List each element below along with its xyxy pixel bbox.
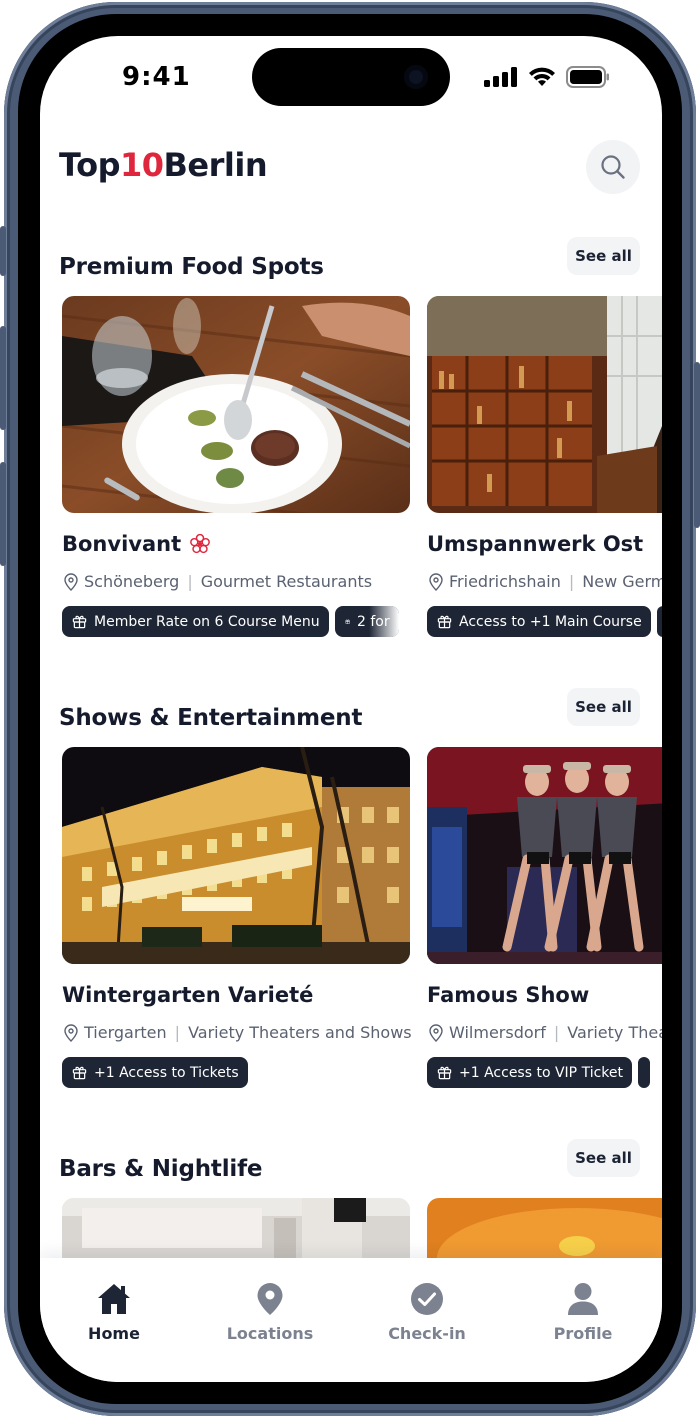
venue-meta: Wilmersdorf | Variety Thea bbox=[429, 1023, 662, 1042]
bottom-nav: Home Locations Check-in Profile bbox=[40, 1258, 662, 1382]
nav-check-in[interactable]: Check-in bbox=[367, 1282, 487, 1343]
venue-location: Tiergarten bbox=[84, 1023, 167, 1042]
venue-image bbox=[62, 1198, 410, 1260]
venue-category: New Germ bbox=[582, 572, 662, 591]
nav-label: Profile bbox=[553, 1324, 613, 1343]
gift-icon bbox=[437, 615, 452, 629]
gift-icon bbox=[72, 615, 87, 629]
home-icon bbox=[98, 1284, 130, 1314]
nav-label: Home bbox=[88, 1324, 140, 1343]
venue-image bbox=[427, 747, 662, 964]
nav-label: Check-in bbox=[388, 1324, 466, 1343]
camera-icon bbox=[404, 65, 428, 89]
venue-name: Umspannwerk Ost bbox=[427, 532, 643, 556]
check-circle-icon bbox=[411, 1283, 443, 1315]
map-pin-icon bbox=[64, 1023, 78, 1042]
card-carousel[interactable]: Bonvivant Schöneberg | Gourmet Restauran… bbox=[40, 296, 662, 656]
perk-tags: +1 Access to VIP Ticket bbox=[427, 1057, 650, 1088]
see-all-button[interactable]: See all bbox=[567, 1139, 640, 1177]
perk-tag[interactable]: 2 for bbox=[334, 606, 399, 637]
perk-tag-label: Access to +1 Main Course bbox=[459, 613, 642, 630]
perk-tags: Member Rate on 6 Course Menu 2 for bbox=[62, 606, 399, 637]
venue-image bbox=[62, 747, 410, 964]
venue-meta: Schöneberg | Gourmet Restaurants bbox=[64, 572, 372, 591]
battery-icon bbox=[566, 66, 609, 88]
search-icon bbox=[601, 155, 625, 179]
volume-down-button bbox=[0, 462, 6, 566]
power-button bbox=[694, 362, 700, 528]
venue-category: Variety Theaters and Shows bbox=[188, 1023, 412, 1042]
see-all-button[interactable]: See all bbox=[567, 237, 640, 275]
brand-prefix: Top bbox=[59, 146, 120, 184]
search-button[interactable] bbox=[586, 140, 640, 194]
venue-name-text: Umspannwerk Ost bbox=[427, 532, 644, 556]
venue-location: Wilmersdorf bbox=[449, 1023, 546, 1042]
venue-name: Bonvivant bbox=[62, 532, 211, 556]
perk-tag-overflow[interactable] bbox=[638, 1057, 650, 1088]
gift-icon bbox=[344, 619, 350, 624]
venue-category: Gourmet Restaurants bbox=[200, 572, 373, 591]
map-pin-icon bbox=[257, 1283, 283, 1315]
fade-overlay bbox=[368, 606, 399, 637]
meta-separator: | bbox=[187, 572, 193, 591]
nav-home[interactable]: Home bbox=[54, 1282, 174, 1343]
map-pin-icon bbox=[64, 572, 78, 591]
perk-tag-label: Member Rate on 6 Course Menu bbox=[94, 613, 320, 630]
venue-location: Schöneberg bbox=[84, 572, 180, 591]
nav-profile[interactable]: Profile bbox=[523, 1282, 643, 1343]
signal-icon bbox=[484, 67, 517, 87]
venue-image bbox=[62, 296, 410, 513]
section-title: Premium Food Spots bbox=[59, 254, 324, 280]
venue-image bbox=[427, 1198, 662, 1260]
brand-accent: 10 bbox=[119, 146, 164, 184]
gift-icon bbox=[437, 1066, 452, 1080]
action-button bbox=[0, 226, 6, 276]
perk-tag[interactable]: Access to +1 Main Course bbox=[427, 606, 651, 637]
venue-name-text: Famous Show bbox=[427, 983, 590, 1007]
venue-image bbox=[427, 296, 662, 513]
venue-name-text: Bonvivant bbox=[62, 532, 182, 556]
venue-name: Wintergarten Varieté bbox=[62, 983, 313, 1007]
venue-meta: Tiergarten | Variety Theaters and Shows bbox=[64, 1023, 412, 1042]
map-pin-icon bbox=[429, 1023, 443, 1042]
wifi-icon bbox=[529, 67, 555, 86]
meta-separator: | bbox=[553, 1023, 560, 1042]
app-logo[interactable]: Top10Berlin bbox=[59, 146, 268, 184]
see-all-button[interactable]: See all bbox=[567, 688, 640, 726]
card-carousel[interactable]: Wintergarten Varieté Tiergarten | Variet… bbox=[40, 747, 662, 1107]
meta-separator: | bbox=[174, 1023, 181, 1042]
user-icon bbox=[568, 1283, 598, 1315]
gift-icon bbox=[72, 1066, 87, 1080]
perk-tag-label: +1 Access to VIP Ticket bbox=[459, 1064, 623, 1081]
meta-separator: | bbox=[568, 572, 575, 591]
nav-label: Locations bbox=[226, 1324, 314, 1343]
perk-tag[interactable]: +1 Access to VIP Ticket bbox=[427, 1057, 632, 1088]
card-carousel[interactable] bbox=[40, 1198, 662, 1260]
map-pin-icon bbox=[429, 572, 443, 591]
nav-locations[interactable]: Locations bbox=[210, 1282, 330, 1343]
michelin-star-icon bbox=[190, 533, 211, 554]
section-title: Shows & Entertainment bbox=[59, 705, 363, 731]
status-icons bbox=[484, 66, 610, 88]
status-time: 9:41 bbox=[122, 62, 191, 92]
perk-tag-overflow[interactable] bbox=[656, 606, 662, 637]
brand-suffix: Berlin bbox=[163, 146, 268, 184]
perk-tag[interactable]: Member Rate on 6 Course Menu bbox=[62, 606, 329, 637]
perk-tags: +1 Access to Tickets bbox=[62, 1057, 248, 1088]
venue-name: Famous Show bbox=[427, 983, 589, 1007]
venue-name-text: Wintergarten Varieté bbox=[62, 983, 314, 1007]
perk-tag-label: +1 Access to Tickets bbox=[94, 1064, 239, 1081]
perk-tag[interactable]: +1 Access to Tickets bbox=[62, 1057, 248, 1088]
venue-meta: Friedrichshain | New Germ bbox=[429, 572, 662, 591]
venue-category: Variety Thea bbox=[567, 1023, 662, 1042]
venue-location: Friedrichshain bbox=[449, 572, 561, 591]
dynamic-island bbox=[252, 48, 450, 106]
section-title: Bars & Nightlife bbox=[59, 1156, 263, 1182]
perk-tags: Access to +1 Main Course bbox=[427, 606, 662, 637]
app-screen: 9:41 Top10Berlin Premium Food Spots See … bbox=[40, 36, 662, 1382]
volume-up-button bbox=[0, 326, 6, 430]
